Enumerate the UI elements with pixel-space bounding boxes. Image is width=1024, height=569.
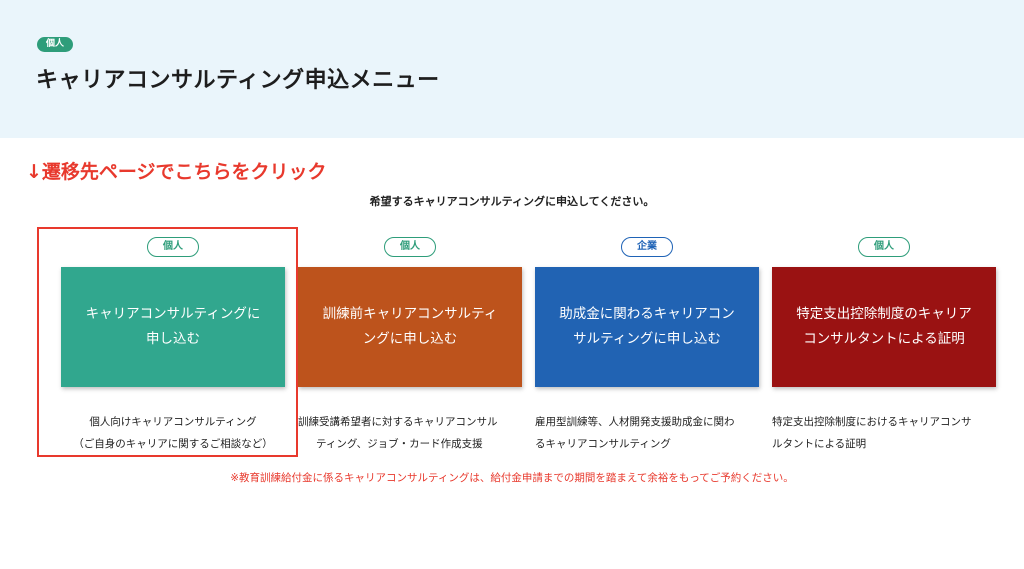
menu-card-career-consulting: 個人 キャリアコンサルティングに 申し込む 個人向けキャリアコンサルティング （…	[61, 237, 285, 455]
category-badge: 個人	[37, 37, 74, 52]
tile-label-line: 訓練前キャリアコンサルティ	[322, 306, 498, 322]
card-description-line: 個人向けキャリアコンサルティング	[89, 416, 257, 428]
page-header: 個人 キャリアコンサルティング申込メニュー	[0, 0, 1024, 138]
card-description-line: 訓練受講希望者に対するキャリアコンサル	[298, 416, 498, 428]
card-badge: 個人	[858, 237, 910, 257]
menu-card-specific-expense-certificate: 個人 特定支出控除制度のキャリア コンサルタントによる証明 特定支出控除制度にお…	[772, 237, 996, 455]
tile-label-line: キャリアコンサルティングに	[85, 306, 261, 322]
card-description: 特定支出控除制度におけるキャリアコンサ ルタントによる証明	[772, 411, 996, 455]
card-description-line: るキャリアコンサルティング	[535, 438, 671, 450]
tile-label-line: サルティングに申し込む	[573, 331, 721, 347]
page-title: キャリアコンサルティング申込メニュー	[36, 68, 440, 93]
menu-card-pre-training-consulting: 個人 訓練前キャリアコンサルティ ングに申し込む 訓練受講希望者に対するキャリア…	[298, 237, 522, 455]
card-description: 個人向けキャリアコンサルティング （ご自身のキャリアに関するご相談など）	[61, 411, 285, 455]
tile-label-line: 特定支出控除制度のキャリア	[796, 306, 972, 322]
apply-pre-training-consulting-button[interactable]: 訓練前キャリアコンサルティ ングに申し込む	[298, 267, 522, 387]
apply-career-consulting-button[interactable]: キャリアコンサルティングに 申し込む	[61, 267, 285, 387]
card-description: 訓練受講希望者に対するキャリアコンサル ティング、ジョブ・カード作成支援	[298, 411, 522, 455]
apply-subsidy-consulting-button[interactable]: 助成金に関わるキャリアコン サルティングに申し込む	[535, 267, 759, 387]
annotation-text: ↓遷移先ページでこちらをクリック	[26, 161, 327, 183]
card-description-line: ルタントによる証明	[772, 438, 867, 450]
instruction-text: 希望するキャリアコンサルティングに申込してください。	[369, 195, 655, 208]
apply-specific-expense-certificate-button[interactable]: 特定支出控除制度のキャリア コンサルタントによる証明	[772, 267, 996, 387]
card-badge: 企業	[621, 237, 673, 257]
card-badge: 個人	[147, 237, 199, 257]
tile-label-line: ングに申し込む	[362, 331, 458, 347]
tile-label-line: コンサルタントによる証明	[803, 331, 965, 347]
card-description-line: 特定支出控除制度におけるキャリアコンサ	[772, 416, 972, 428]
tile-label-line: 申し込む	[145, 331, 200, 347]
reservation-note: ※教育訓練給付金に係るキャリアコンサルティングは、給付金申請までの期間を踏まえて…	[230, 472, 794, 484]
card-description-line: 雇用型訓練等、人材開発支援助成金に関わ	[535, 416, 735, 428]
tile-label-line: 助成金に関わるキャリアコン	[559, 306, 735, 322]
card-description-line: ティング、ジョブ・カード作成支援	[316, 438, 483, 450]
card-badge: 個人	[384, 237, 436, 257]
menu-card-subsidy-consulting: 企業 助成金に関わるキャリアコン サルティングに申し込む 雇用型訓練等、人材開発…	[535, 237, 759, 455]
card-description-line: （ご自身のキャリアに関するご相談など）	[73, 438, 273, 450]
card-description: 雇用型訓練等、人材開発支援助成金に関わ るキャリアコンサルティング	[535, 411, 759, 455]
